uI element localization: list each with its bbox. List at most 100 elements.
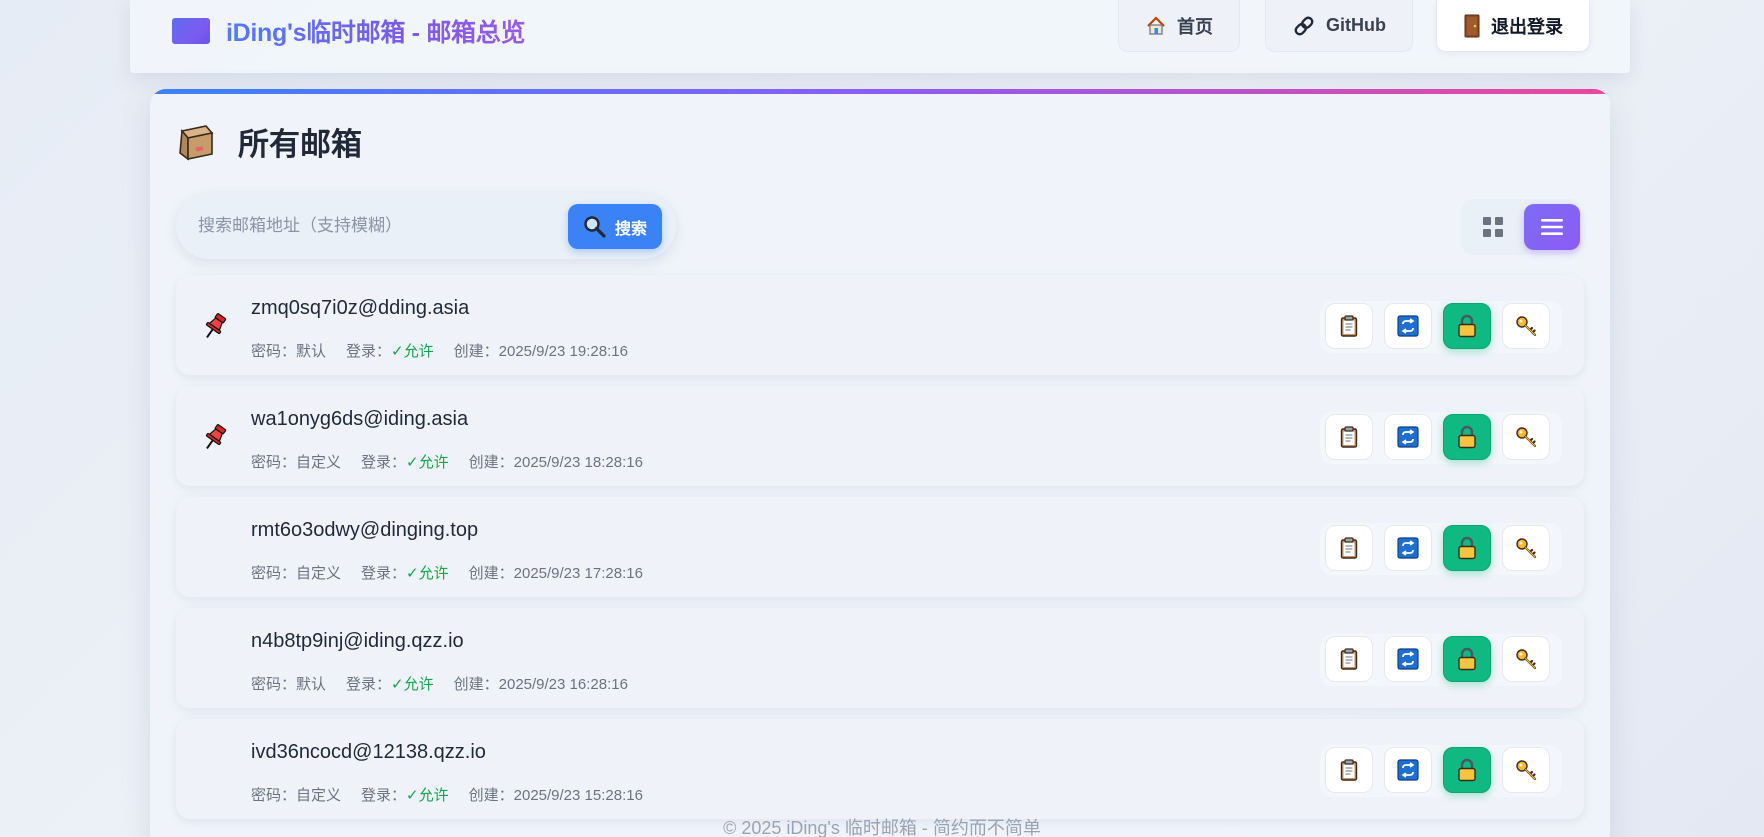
switch-button[interactable] <box>1384 525 1432 571</box>
login-label: 登录： <box>346 676 392 693</box>
switch-button[interactable] <box>1384 636 1432 682</box>
lock-button[interactable] <box>1443 414 1491 460</box>
password-value: 默认 <box>296 343 327 360</box>
login-label: 登录： <box>346 343 392 360</box>
key-icon <box>1516 427 1537 448</box>
lock-icon <box>1458 536 1476 560</box>
password-value: 自定义 <box>296 565 342 582</box>
login-label: 登录： <box>361 787 407 804</box>
list-view-button[interactable] <box>1524 204 1580 250</box>
mailbox-address[interactable]: zmq0sq7i0z@dding.asia <box>251 297 469 320</box>
home-label: 首页 <box>1177 16 1213 37</box>
created-time: 2025/9/23 19:28:16 <box>498 343 628 360</box>
created-time: 2025/9/23 18:28:16 <box>513 454 643 471</box>
search-bar: 搜索 <box>176 193 676 259</box>
copy-button[interactable] <box>1325 414 1373 460</box>
lock-button[interactable] <box>1443 636 1491 682</box>
lock-button[interactable] <box>1443 525 1491 571</box>
house-icon <box>1147 15 1165 35</box>
login-info: 登录：✓允许 <box>361 562 449 583</box>
password-label: 密码： <box>251 343 297 360</box>
brand[interactable]: iDing's临时邮箱 - 邮箱总览 <box>172 13 525 49</box>
created-info: 创建：2025/9/23 19:28:16 <box>454 340 628 361</box>
lock-icon <box>1458 758 1476 782</box>
created-info: 创建：2025/9/23 17:28:16 <box>469 562 643 583</box>
password-info: 密码：自定义 <box>251 784 341 805</box>
copy-button[interactable] <box>1325 525 1373 571</box>
copy-button[interactable] <box>1325 303 1373 349</box>
password-label: 密码： <box>251 787 297 804</box>
mailbox-row[interactable]: ivd36ncocd@12138.qzz.io 密码：自定义 登录：✓允许 创建… <box>176 719 1584 819</box>
change-password-button[interactable] <box>1502 747 1550 793</box>
github-button[interactable]: GitHub <box>1265 0 1413 52</box>
key-icon <box>1516 760 1537 781</box>
row-actions <box>1320 745 1562 797</box>
change-password-button[interactable] <box>1502 636 1550 682</box>
top-header: iDing's临时邮箱 - 邮箱总览 首页 GitHub 退出登录 <box>130 0 1630 73</box>
search-button-label: 搜索 <box>614 220 647 238</box>
magnifier-icon <box>584 215 606 238</box>
mailbox-row[interactable]: zmq0sq7i0z@dding.asia 密码：默认 登录：✓允许 创建：20… <box>176 275 1584 375</box>
repeat-icon <box>1397 759 1419 781</box>
row-actions <box>1320 301 1562 353</box>
created-time: 2025/9/23 15:28:16 <box>513 787 643 804</box>
login-status: ✓允许 <box>391 676 434 693</box>
created-label: 创建： <box>468 454 514 471</box>
lock-icon <box>1458 314 1476 338</box>
github-label: GitHub <box>1326 15 1386 35</box>
mailbox-meta: 密码：自定义 登录：✓允许 创建：2025/9/23 17:28:16 <box>251 562 643 583</box>
password-value: 自定义 <box>296 787 342 804</box>
lock-icon <box>1458 425 1476 449</box>
login-info: 登录：✓允许 <box>346 673 434 694</box>
created-label: 创建： <box>453 343 499 360</box>
mailbox-meta: 密码：自定义 登录：✓允许 创建：2025/9/23 15:28:16 <box>251 784 643 805</box>
footer-text: © 2025 iDing's 临时邮箱 - 简约而不简单 <box>723 818 1041 837</box>
key-icon <box>1516 538 1537 559</box>
repeat-icon <box>1397 537 1419 559</box>
lock-icon <box>1458 647 1476 671</box>
lock-button[interactable] <box>1443 303 1491 349</box>
clipboard-icon <box>1340 315 1358 337</box>
repeat-icon <box>1397 648 1419 670</box>
mailbox-address[interactable]: rmt6o3odwy@dinging.top <box>251 519 478 542</box>
door-icon <box>1464 14 1480 37</box>
clipboard-icon <box>1340 537 1358 559</box>
search-input[interactable] <box>198 211 548 241</box>
login-status: ✓允许 <box>406 787 449 804</box>
password-value: 自定义 <box>296 454 342 471</box>
login-label: 登录： <box>361 454 407 471</box>
search-button[interactable]: 搜索 <box>568 204 662 249</box>
brand-logo-icon <box>172 18 210 44</box>
mailbox-row[interactable]: n4b8tp9inj@iding.qzz.io 密码：默认 登录：✓允许 创建：… <box>176 608 1584 708</box>
created-info: 创建：2025/9/23 16:28:16 <box>454 673 628 694</box>
view-toggle <box>1461 199 1581 255</box>
grid-view-button[interactable] <box>1471 205 1515 249</box>
pushpin-icon[interactable] <box>200 422 230 452</box>
mailbox-address[interactable]: ivd36ncocd@12138.qzz.io <box>251 741 486 764</box>
repeat-icon <box>1397 315 1419 337</box>
package-icon <box>179 124 214 161</box>
change-password-button[interactable] <box>1502 303 1550 349</box>
key-icon <box>1516 649 1537 670</box>
mailbox-meta: 密码：默认 登录：✓允许 创建：2025/9/23 16:28:16 <box>251 673 628 694</box>
home-button[interactable]: 首页 <box>1118 0 1240 52</box>
row-actions <box>1320 523 1562 575</box>
change-password-button[interactable] <box>1502 414 1550 460</box>
login-info: 登录：✓允许 <box>361 451 449 472</box>
logout-button[interactable]: 退出登录 <box>1436 0 1590 52</box>
mailbox-list: zmq0sq7i0z@dding.asia 密码：默认 登录：✓允许 创建：20… <box>176 275 1584 830</box>
mailbox-address[interactable]: wa1onyg6ds@iding.asia <box>251 408 468 431</box>
switch-button[interactable] <box>1384 414 1432 460</box>
copy-button[interactable] <box>1325 747 1373 793</box>
lock-button[interactable] <box>1443 747 1491 793</box>
mailbox-row[interactable]: rmt6o3odwy@dinging.top 密码：自定义 登录：✓允许 创建：… <box>176 497 1584 597</box>
created-label: 创建： <box>453 676 499 693</box>
switch-button[interactable] <box>1384 303 1432 349</box>
switch-button[interactable] <box>1384 747 1432 793</box>
mailbox-row[interactable]: wa1onyg6ds@iding.asia 密码：自定义 登录：✓允许 创建：2… <box>176 386 1584 486</box>
change-password-button[interactable] <box>1502 525 1550 571</box>
mailbox-address[interactable]: n4b8tp9inj@iding.qzz.io <box>251 630 464 653</box>
copy-button[interactable] <box>1325 636 1373 682</box>
pushpin-icon[interactable] <box>200 311 230 341</box>
login-status: ✓允许 <box>406 565 449 582</box>
